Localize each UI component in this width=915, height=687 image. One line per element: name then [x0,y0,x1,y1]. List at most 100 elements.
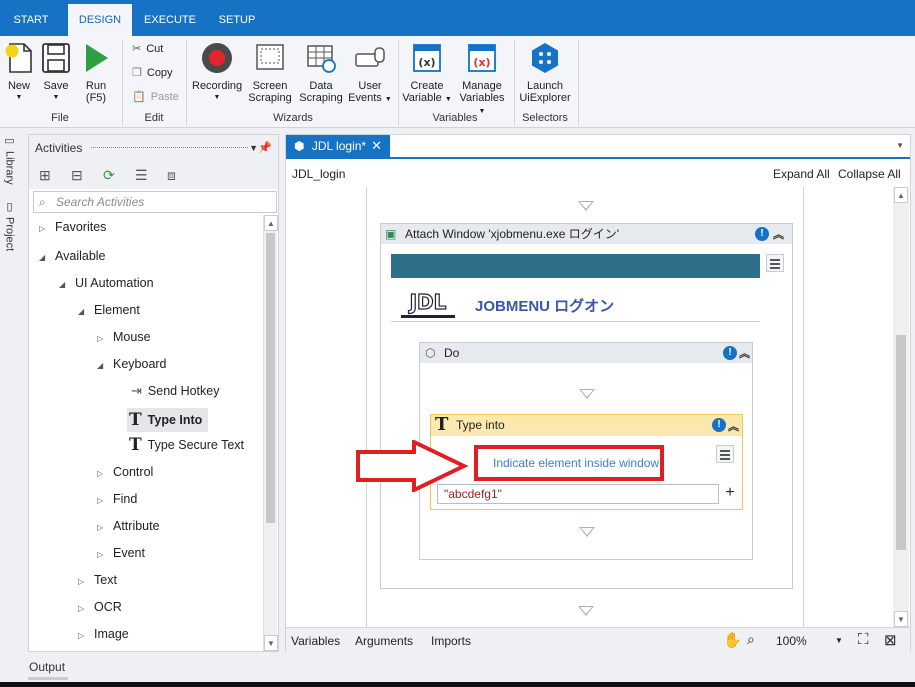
warning-icon[interactable]: ! [723,346,737,360]
chevron-down-icon[interactable]: ▼ [249,135,258,161]
tree-text[interactable]: Text [94,573,117,587]
zoom-icon[interactable]: ⌕ [747,631,755,648]
refresh-icon[interactable]: ⟳ [103,167,115,184]
tree-control[interactable]: Control [113,465,153,479]
sequence-icon: ⬡ [425,346,436,360]
tree-element[interactable]: Element [94,303,140,317]
new-button[interactable]: New ▼ [4,42,34,104]
scroll-up-icon[interactable]: ▲ [894,187,908,203]
expand-icon[interactable]: ▷ [97,496,103,505]
imports-tab[interactable]: Imports [431,634,471,648]
designer-scrollbar[interactable]: ▲ ▼ [893,187,909,627]
scroll-thumb[interactable] [266,233,275,523]
expand-icon[interactable]: ▷ [97,334,103,343]
search-activities-input[interactable]: ⌕ Search Activities [33,191,277,213]
list-icon[interactable]: ☰ [135,167,148,184]
tree-ui-automation[interactable]: UI Automation [75,276,154,290]
expand-icon[interactable]: ▷ [78,604,84,613]
variables-tab[interactable]: Variables [291,634,340,648]
drop-arrow-icon [578,606,594,616]
hamburger-menu-icon[interactable] [766,254,784,272]
overview-icon[interactable]: ⊠ [884,631,897,649]
tree-ocr[interactable]: OCR [94,600,122,614]
activities-scrollbar[interactable]: ▲ ▼ [263,215,278,651]
expand-all-button[interactable]: Expand All [773,167,830,181]
hamburger-menu-icon[interactable] [716,445,734,463]
screen-scraping-label-1: Screen [252,80,288,92]
data-scraping-button[interactable]: Data Scraping [298,42,344,104]
collapse-chevron-icon[interactable]: ︽ [739,344,750,364]
expand-icon[interactable]: ▷ [78,631,84,640]
expand-icon[interactable]: ▷ [97,523,103,532]
tree-event[interactable]: Event [113,546,145,560]
tree-find[interactable]: Find [113,492,137,506]
warning-icon[interactable]: ! [755,227,769,241]
run-button[interactable]: Run (F5) [80,42,112,104]
filter-icon[interactable]: ⧈ [167,167,176,184]
expand-all-icon[interactable]: ⊞ [39,167,51,184]
tab-design[interactable]: DESIGN [68,4,132,36]
tree-type-secure-text[interactable]: T Type Secure Text [129,435,244,455]
group-file-label: File [51,112,69,124]
zoom-level[interactable]: 100% [776,634,807,648]
scroll-up-icon[interactable]: ▲ [264,215,278,231]
collapse-all-icon[interactable]: ⊟ [71,167,83,184]
close-icon[interactable]: ✕ [371,135,382,157]
tree-favorites[interactable]: Favorites [55,220,106,234]
save-button[interactable]: Save ▼ [40,42,72,104]
plus-icon[interactable]: + [721,484,739,504]
chevron-down-icon: ▼ [384,96,392,103]
tree-image[interactable]: Image [94,627,129,641]
project-tab[interactable]: ▯ Project [3,200,16,251]
arguments-tab[interactable]: Arguments [355,634,413,648]
paste-button[interactable]: 📋 Paste [132,90,179,104]
copy-button[interactable]: ❐ Copy [132,66,173,80]
user-events-button[interactable]: User Events ▼ [348,42,392,106]
text-input-field[interactable]: "abcdefg1" [437,484,719,504]
screen-scraping-button[interactable]: Screen Scraping [248,42,292,104]
screen-scraping-icon [256,44,284,70]
expand-icon[interactable]: ▷ [39,224,45,233]
svg-text:(x): (x) [418,56,435,69]
collapse-icon[interactable]: ◢ [39,253,45,262]
scroll-thumb[interactable] [896,335,906,550]
collapse-icon[interactable]: ◢ [78,307,84,316]
tree-type-into[interactable]: T Type Into [127,408,209,432]
tree-mouse[interactable]: Mouse [113,330,151,344]
collapse-chevron-icon[interactable]: ︽ [728,417,739,438]
recording-button[interactable]: Recording ▼ [192,42,242,104]
document-tab[interactable]: ⬢ JDL login* ✕ [286,135,390,157]
breadcrumb[interactable]: JDL_login [292,167,345,181]
collapse-chevron-icon[interactable]: ︽ [773,225,784,245]
tree-send-hotkey[interactable]: ⇥ Send Hotkey [131,383,219,399]
collapse-icon[interactable]: ◢ [97,361,103,370]
tabs-dropdown-icon[interactable]: ▼ [896,141,904,150]
do-header: ⬡ Do ! ︽ [420,343,752,363]
warning-icon[interactable]: ! [712,418,726,432]
collapse-icon[interactable]: ◢ [59,280,65,289]
tab-setup[interactable]: SETUP [208,4,266,36]
manage-variables-button[interactable]: (x) Manage Variables ▼ [456,42,508,118]
create-variable-button[interactable]: (x) Create Variable ▼ [402,42,452,106]
library-tab[interactable]: ▭ Library [3,134,16,185]
tab-execute[interactable]: EXECUTE [136,4,204,36]
expand-icon[interactable]: ▷ [78,577,84,586]
tree-available[interactable]: Available [55,249,106,263]
expand-icon[interactable]: ▷ [97,550,103,559]
expand-icon[interactable]: ▷ [97,469,103,478]
workflow-canvas[interactable]: ▣ Attach Window 'xjobmenu.exe ログイン' ! ︽ … [286,187,893,627]
pin-icon[interactable]: 📌 [258,135,272,161]
scroll-down-icon[interactable]: ▼ [264,635,278,651]
cut-button[interactable]: ✂ Cut [132,42,163,56]
fit-to-screen-icon[interactable]: ⛶ [858,631,869,648]
output-tab[interactable]: Output [29,660,65,674]
collapse-all-button[interactable]: Collapse All [838,167,901,181]
tree-keyboard[interactable]: Keyboard [113,357,167,371]
scroll-down-icon[interactable]: ▼ [894,611,908,627]
pan-hand-icon[interactable]: ✋ [723,631,742,649]
launch-uiexplorer-button[interactable]: Launch UiExplorer [518,42,572,104]
tab-start[interactable]: START [0,4,62,36]
tree-attribute[interactable]: Attribute [113,519,160,533]
attach-window-activity[interactable]: ▣ Attach Window 'xjobmenu.exe ログイン' ! ︽ … [380,223,793,589]
chevron-down-icon[interactable]: ▼ [835,636,843,645]
